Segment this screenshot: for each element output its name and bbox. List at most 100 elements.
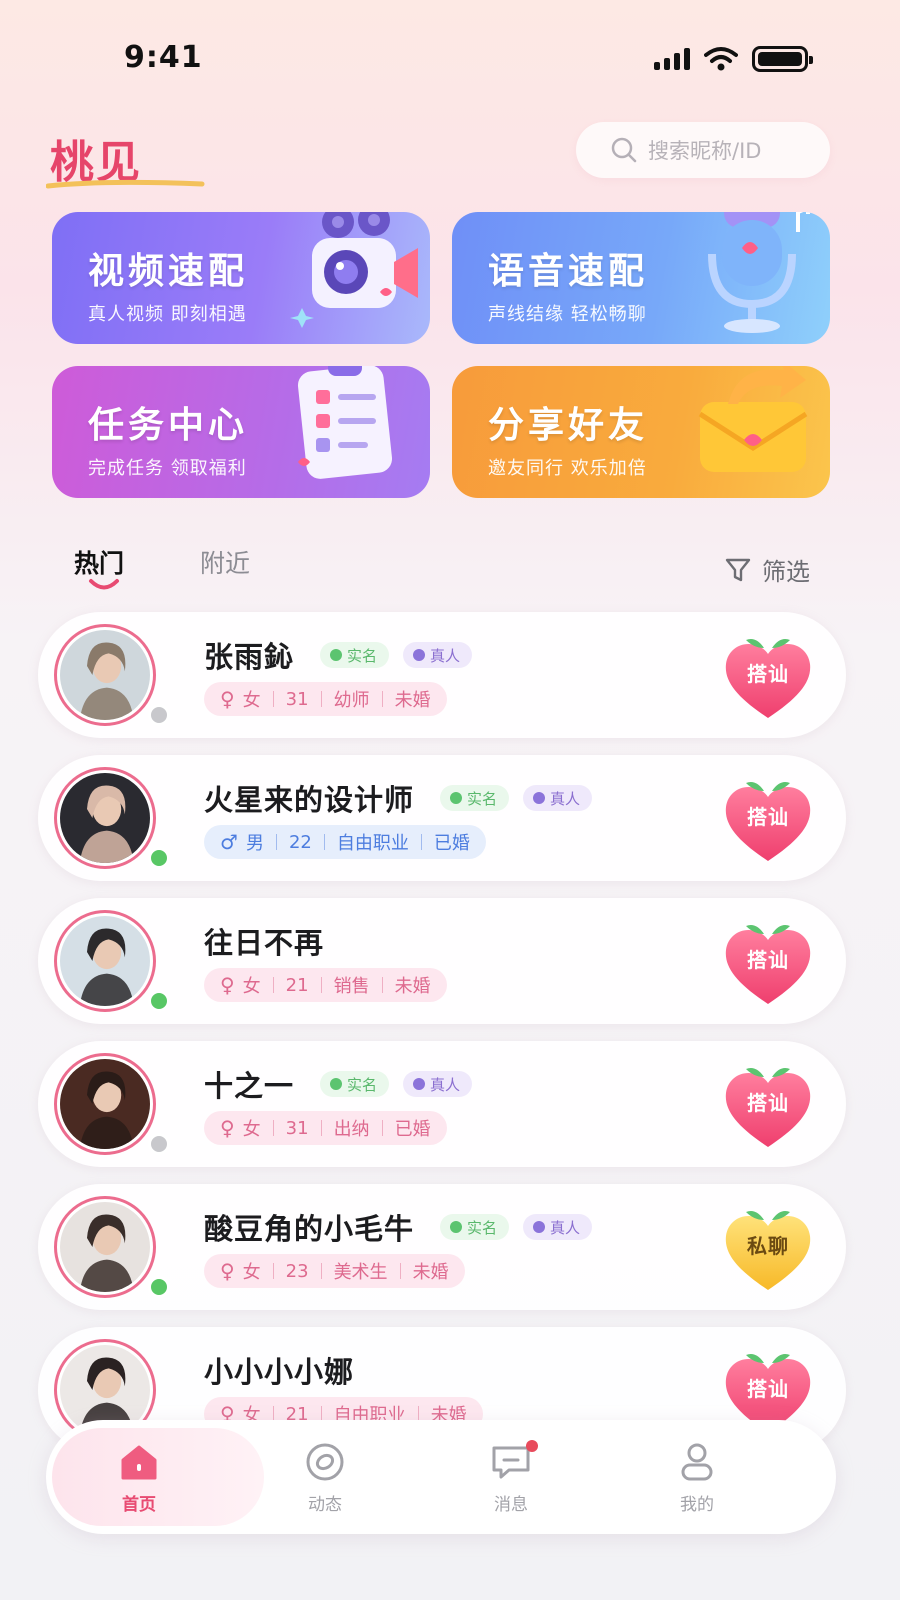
presence-indicator <box>148 1276 170 1298</box>
user-job: 幼师 <box>333 690 370 711</box>
verified-badge-label: 实名 <box>347 646 378 665</box>
feed-tabs: 热门 附近 <box>74 544 250 590</box>
female-icon: ♀ <box>220 1116 235 1140</box>
status-bar: 9:41 <box>0 0 900 110</box>
tab-hot[interactable]: 热门 <box>74 544 124 590</box>
presence-indicator <box>148 1133 170 1155</box>
real-badge-label: 真人 <box>550 789 581 808</box>
user-badges: 实名 真人 <box>440 1214 593 1240</box>
profile-icon <box>681 1443 713 1480</box>
status-time: 9:41 <box>124 40 203 75</box>
filter-label: 筛选 <box>762 558 810 586</box>
action-label: 搭讪 <box>747 1091 789 1115</box>
share-friends-card[interactable]: 分享好友 邀友同行 欢乐加倍 <box>452 366 830 498</box>
check-icon <box>450 792 462 804</box>
action-label: 搭讪 <box>747 1377 789 1401</box>
real-person-badge: 真人 <box>523 1214 593 1240</box>
moments-icon <box>306 1443 344 1480</box>
nav-item-messages[interactable]: 消息 <box>418 1420 604 1534</box>
user-card[interactable]: 往日不再 ♀ 女 21 销售 未婚 搭讪 <box>38 898 846 1024</box>
user-card[interactable]: 酸豆角的小毛牛 实名 真人 ♀ 女 23 美术生 未婚 私聊 <box>38 1184 846 1310</box>
tab-active-indicator <box>89 579 119 590</box>
presence-indicator <box>148 704 170 726</box>
presence-indicator <box>148 990 170 1012</box>
user-badges: 实名 真人 <box>440 785 593 811</box>
user-card[interactable]: 十之一 实名 真人 ♀ 女 31 出纳 已婚 搭讪 <box>38 1041 846 1167</box>
user-name: 酸豆角的小毛牛 <box>204 1212 415 1246</box>
user-name: 十之一 <box>204 1069 295 1103</box>
status-icons <box>654 46 813 72</box>
user-info-chip: ♀ 女 31 幼师 未婚 <box>204 682 447 716</box>
nav-label: 消息 <box>494 1494 528 1515</box>
user-marital: 未婚 <box>412 1262 449 1283</box>
home-icon <box>121 1445 157 1479</box>
video-match-card[interactable]: 视频速配 真人视频 即刻相遇 <box>52 212 430 344</box>
user-info-chip: ♀ 女 23 美术生 未婚 <box>204 1254 465 1288</box>
check-icon <box>533 1221 546 1233</box>
avatar[interactable] <box>54 910 156 1012</box>
microphone-icon <box>708 212 810 333</box>
verified-badge-label: 实名 <box>467 1218 498 1237</box>
bottom-navigation: 首页 动态 消息 我的 <box>46 1420 836 1534</box>
user-age: 22 <box>288 831 312 853</box>
real-badge-label: 真人 <box>550 1218 581 1237</box>
filter-button[interactable]: 筛选 <box>724 552 810 587</box>
avatar[interactable] <box>54 767 156 869</box>
user-name: 张雨鈊 <box>204 640 295 674</box>
greet-button[interactable]: 搭讪 <box>720 777 816 863</box>
nav-item-home[interactable]: 首页 <box>46 1420 232 1534</box>
task-center-card[interactable]: 任务中心 完成任务 领取福利 <box>52 366 430 498</box>
action-label: 私聊 <box>747 1234 789 1258</box>
filter-icon <box>725 558 751 581</box>
user-card[interactable]: 张雨鈊 实名 真人 ♀ 女 31 幼师 未婚 搭讪 <box>38 612 846 738</box>
action-label: 搭讪 <box>747 805 789 829</box>
cellular-signal-icon <box>654 48 690 70</box>
check-icon <box>533 792 546 804</box>
nav-label: 我的 <box>680 1494 714 1515</box>
check-icon <box>413 649 426 661</box>
avatar-photo <box>60 773 150 863</box>
greet-button[interactable]: 搭讪 <box>720 1063 816 1149</box>
user-gender: 女 <box>242 1262 261 1283</box>
search-placeholder: 搜索昵称/ID <box>648 139 762 163</box>
tab-nearby[interactable]: 附近 <box>200 544 250 580</box>
user-card[interactable]: 火星来的设计师 实名 真人 ♂ 男 22 自由职业 已婚 搭讪 <box>38 755 846 881</box>
search-icon <box>611 137 637 163</box>
nav-label: 首页 <box>122 1494 156 1515</box>
private-chat-button[interactable]: 私聊 <box>720 1206 816 1292</box>
real-person-badge: 真人 <box>523 785 593 811</box>
battery-icon <box>752 46 813 72</box>
search-input[interactable]: 搜索昵称/ID <box>576 122 830 178</box>
real-badge-label: 真人 <box>430 1075 461 1094</box>
user-job: 出纳 <box>333 1119 370 1140</box>
user-marital: 未婚 <box>394 690 431 711</box>
male-icon: ♂ <box>220 830 238 854</box>
verified-badge: 实名 <box>320 1071 390 1097</box>
verified-badge-label: 实名 <box>347 1075 378 1094</box>
check-icon <box>413 1078 426 1090</box>
avatar[interactable] <box>54 624 156 726</box>
greet-button[interactable]: 搭讪 <box>720 920 816 1006</box>
user-badges: 实名 真人 <box>320 1071 473 1097</box>
avatar[interactable] <box>54 1053 156 1155</box>
avatar[interactable] <box>54 1196 156 1298</box>
avatar-photo <box>60 1059 150 1149</box>
real-person-badge: 真人 <box>403 642 473 668</box>
voice-match-card[interactable]: 语音速配 声线结缘 轻松畅聊 <box>452 212 830 344</box>
clipboard-checklist-icon <box>297 366 393 479</box>
check-icon <box>330 649 342 661</box>
user-info-chip: ♂ 男 22 自由职业 已婚 <box>204 825 486 859</box>
greet-button[interactable]: 搭讪 <box>720 634 816 720</box>
user-marital: 未婚 <box>394 976 431 997</box>
nav-label: 动态 <box>308 1494 342 1515</box>
user-name: 火星来的设计师 <box>204 783 415 817</box>
user-badges: 实名 真人 <box>320 642 473 668</box>
nav-item-moments[interactable]: 动态 <box>232 1420 418 1534</box>
user-marital: 已婚 <box>433 833 470 854</box>
presence-indicator <box>148 847 170 869</box>
female-icon: ♀ <box>220 1259 235 1283</box>
user-job: 美术生 <box>333 1262 388 1283</box>
user-marital: 已婚 <box>394 1119 431 1140</box>
nav-item-profile[interactable]: 我的 <box>604 1420 790 1534</box>
real-badge-label: 真人 <box>430 646 461 665</box>
